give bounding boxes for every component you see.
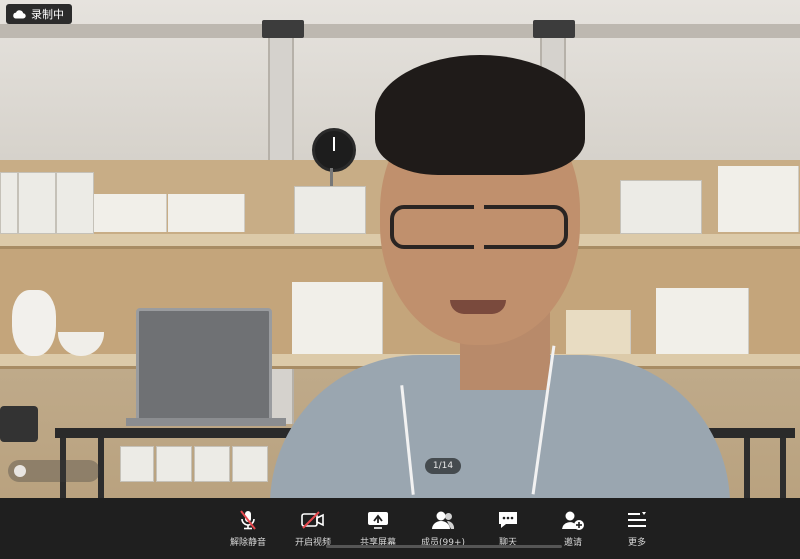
book-stack: [94, 194, 167, 232]
unmute-label: 解除静音: [229, 538, 266, 548]
storage-box: [156, 446, 192, 482]
post-cap: [262, 20, 304, 38]
speaker-chip[interactable]: [8, 460, 100, 482]
book-stack: [168, 194, 245, 232]
invite-label: 邀请: [563, 538, 582, 548]
book-row: [718, 166, 799, 232]
desk-leg: [744, 438, 750, 498]
start-video-button[interactable]: 开启视频: [283, 508, 343, 548]
more-label: 更多: [627, 538, 646, 548]
storage-box: [0, 172, 18, 234]
ceiling-rail: [0, 24, 800, 38]
chat-button[interactable]: 聊天: [478, 508, 538, 548]
vase: [12, 290, 56, 356]
glasses: [390, 205, 568, 249]
share-screen-button[interactable]: 共享屏幕: [348, 508, 408, 548]
invite-icon: [562, 511, 584, 530]
meeting-toolbar: 解除静音 开启视频 共享屏幕 成员(99+) 聊天 邀请 更多: [0, 498, 800, 559]
face-icon: [14, 465, 26, 477]
laptop: [136, 308, 272, 424]
mic-muted-icon: [240, 510, 256, 530]
laptop-base: [126, 418, 286, 426]
storage-box: [194, 446, 230, 482]
members-icon: [432, 511, 455, 529]
post-cap: [533, 20, 575, 38]
desk-leg: [780, 438, 786, 498]
members-button[interactable]: 成员(99+): [413, 508, 473, 548]
more-icon: [628, 512, 646, 527]
storage-box: [56, 172, 94, 234]
unmute-button[interactable]: 解除静音: [218, 508, 278, 548]
participant: [270, 55, 730, 498]
storage-box: [232, 446, 268, 482]
camera: [0, 406, 38, 442]
storage-box: [120, 446, 154, 482]
invite-button[interactable]: 邀请: [543, 508, 603, 548]
more-button[interactable]: 更多: [607, 508, 667, 548]
share-screen-icon: [368, 512, 388, 529]
recording-label: 录制中: [31, 8, 64, 21]
storage-box: [18, 172, 56, 234]
cloud-icon: [13, 10, 26, 19]
video-off-icon: [301, 511, 324, 529]
mouth: [450, 300, 506, 314]
toolbar-scrollbar[interactable]: [326, 545, 562, 548]
page-indicator: 1/14: [425, 458, 461, 474]
hair: [375, 55, 585, 175]
chat-icon: [499, 512, 517, 528]
recording-badge[interactable]: 录制中: [6, 4, 72, 24]
video-feed: [0, 0, 800, 498]
